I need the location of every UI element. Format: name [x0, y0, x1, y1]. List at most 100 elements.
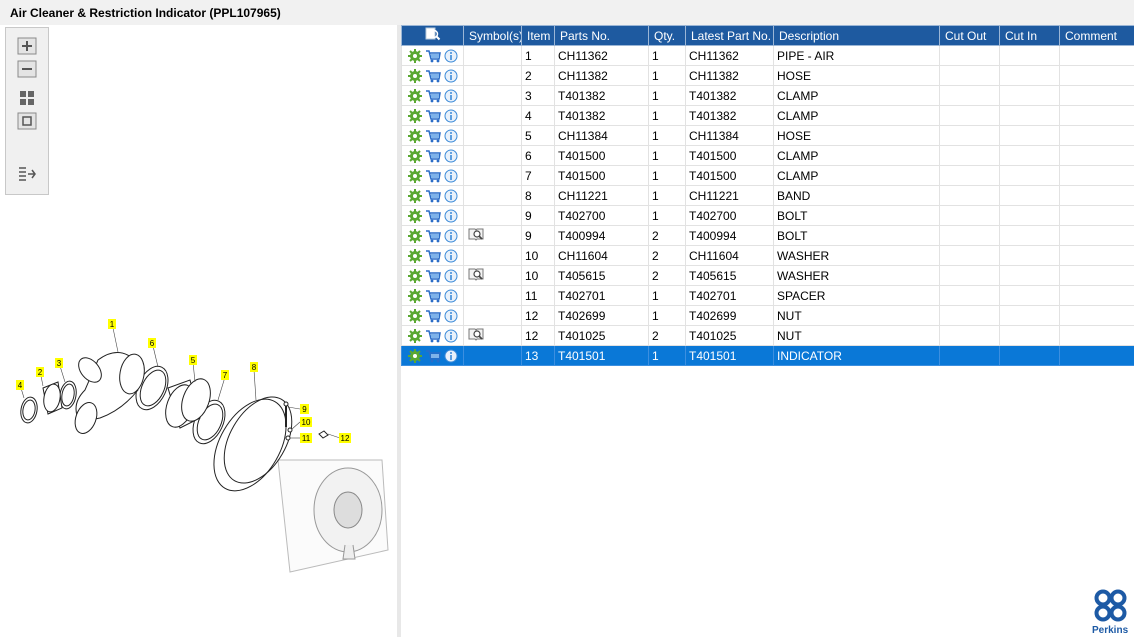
cart-icon[interactable]: [425, 349, 441, 363]
callout-6[interactable]: 6: [148, 338, 156, 348]
cart-icon[interactable]: [425, 169, 441, 183]
info-icon[interactable]: [444, 169, 458, 183]
gear-icon[interactable]: [408, 148, 422, 163]
table-row[interactable]: 7 T401500 1 T401500 CLAMP: [401, 165, 1134, 186]
gear-icon[interactable]: [408, 168, 422, 183]
gear-icon[interactable]: [408, 208, 422, 223]
cart-icon[interactable]: [425, 309, 441, 323]
cart-icon[interactable]: [425, 249, 441, 263]
column-header-latest-part-no[interactable]: Latest Part No.: [685, 25, 774, 46]
export-list-icon[interactable]: [17, 165, 37, 183]
table-row[interactable]: 12 T401025 2 T401025 NUT: [401, 325, 1134, 346]
cart-icon[interactable]: [425, 129, 441, 143]
gear-icon[interactable]: [408, 108, 422, 123]
column-header-comment[interactable]: Comment: [1059, 25, 1134, 46]
callout-7[interactable]: 7: [221, 370, 229, 380]
table-row[interactable]: 12 T402699 1 T402699 NUT: [401, 305, 1134, 326]
callout-4[interactable]: 4: [16, 380, 24, 390]
column-header-symbols[interactable]: Symbol(s): [463, 25, 522, 46]
cut-in-cell: [999, 105, 1060, 126]
cart-icon[interactable]: [425, 149, 441, 163]
column-header-qty[interactable]: Qty.: [648, 25, 686, 46]
search-parts-icon[interactable]: [425, 27, 441, 41]
gear-icon[interactable]: [408, 88, 422, 103]
callout-10[interactable]: 10: [300, 417, 312, 427]
table-row[interactable]: 13 T401501 1 T401501 INDICATOR: [401, 345, 1134, 366]
gear-icon[interactable]: [408, 248, 422, 263]
info-icon[interactable]: [444, 109, 458, 123]
callout-5[interactable]: 5: [189, 355, 197, 365]
cart-icon[interactable]: [425, 89, 441, 103]
info-icon[interactable]: [444, 149, 458, 163]
cart-icon[interactable]: [425, 289, 441, 303]
gear-icon[interactable]: [408, 48, 422, 63]
cart-icon[interactable]: [425, 49, 441, 63]
book-magnifier-icon[interactable]: [468, 227, 484, 241]
info-icon[interactable]: [444, 209, 458, 223]
gear-icon[interactable]: [408, 188, 422, 203]
column-header-description[interactable]: Description: [773, 25, 940, 46]
callout-9[interactable]: 9: [300, 404, 309, 414]
gear-icon[interactable]: [408, 348, 422, 363]
info-icon[interactable]: [444, 49, 458, 63]
info-icon[interactable]: [444, 349, 458, 363]
table-row[interactable]: 3 T401382 1 T401382 CLAMP: [401, 85, 1134, 106]
info-icon[interactable]: [444, 189, 458, 203]
fit-grid-icon[interactable]: [17, 89, 37, 107]
cart-icon[interactable]: [425, 189, 441, 203]
callout-8[interactable]: 8: [250, 362, 258, 372]
cart-icon[interactable]: [425, 229, 441, 243]
exploded-parts-diagram[interactable]: 1 2 3 4 5 6 7 8 9 10 11 12: [10, 310, 395, 585]
description-cell: PIPE - AIR: [773, 45, 940, 66]
qty-cell: 2: [648, 245, 686, 266]
gear-icon[interactable]: [408, 268, 422, 283]
table-row[interactable]: 9 T402700 1 T402700 BOLT: [401, 205, 1134, 226]
column-header-part-no[interactable]: Parts No.: [554, 25, 649, 46]
cart-icon[interactable]: [425, 69, 441, 83]
table-row[interactable]: 8 CH11221 1 CH11221 BAND: [401, 185, 1134, 206]
info-icon[interactable]: [444, 269, 458, 283]
cart-icon[interactable]: [425, 329, 441, 343]
callout-2[interactable]: 2: [36, 367, 44, 377]
table-row[interactable]: 4 T401382 1 T401382 CLAMP: [401, 105, 1134, 126]
table-row[interactable]: 10 CH11604 2 CH11604 WASHER: [401, 245, 1134, 266]
info-icon[interactable]: [444, 89, 458, 103]
table-row[interactable]: 11 T402701 1 T402701 SPACER: [401, 285, 1134, 306]
gear-icon[interactable]: [408, 328, 422, 343]
gear-icon[interactable]: [408, 228, 422, 243]
column-header-cut-in[interactable]: Cut In: [999, 25, 1060, 46]
zoom-in-icon[interactable]: [17, 37, 37, 55]
callout-12[interactable]: 12: [339, 433, 351, 443]
cart-icon[interactable]: [425, 109, 441, 123]
gear-icon[interactable]: [408, 288, 422, 303]
gear-icon[interactable]: [408, 128, 422, 143]
column-header-cut-out[interactable]: Cut Out: [939, 25, 1000, 46]
cart-icon[interactable]: [425, 209, 441, 223]
gear-icon[interactable]: [408, 308, 422, 323]
table-row[interactable]: 9 T400994 2 T400994 BOLT: [401, 225, 1134, 246]
table-row[interactable]: 6 T401500 1 T401500 CLAMP: [401, 145, 1134, 166]
zoom-out-icon[interactable]: [17, 60, 37, 78]
callout-3[interactable]: 3: [55, 358, 63, 368]
info-icon[interactable]: [444, 229, 458, 243]
book-magnifier-icon[interactable]: [468, 267, 484, 281]
info-icon[interactable]: [444, 129, 458, 143]
book-magnifier-icon[interactable]: [468, 327, 484, 341]
column-header-actions[interactable]: [401, 25, 464, 46]
info-icon[interactable]: [444, 329, 458, 343]
table-row[interactable]: 10 T405615 2 T405615 WASHER: [401, 265, 1134, 286]
gear-icon[interactable]: [408, 68, 422, 83]
info-icon[interactable]: [444, 249, 458, 263]
table-row[interactable]: 2 CH11382 1 CH11382 HOSE: [401, 65, 1134, 86]
callout-1[interactable]: 1: [108, 319, 116, 329]
qty-cell: 2: [648, 265, 686, 286]
table-row[interactable]: 1 CH11362 1 CH11362 PIPE - AIR: [401, 45, 1134, 66]
cart-icon[interactable]: [425, 269, 441, 283]
fit-window-icon[interactable]: [17, 112, 37, 130]
info-icon[interactable]: [444, 289, 458, 303]
table-row[interactable]: 5 CH11384 1 CH11384 HOSE: [401, 125, 1134, 146]
callout-11[interactable]: 11: [300, 433, 312, 443]
column-header-item[interactable]: Item: [521, 25, 555, 46]
info-icon[interactable]: [444, 309, 458, 323]
info-icon[interactable]: [444, 69, 458, 83]
